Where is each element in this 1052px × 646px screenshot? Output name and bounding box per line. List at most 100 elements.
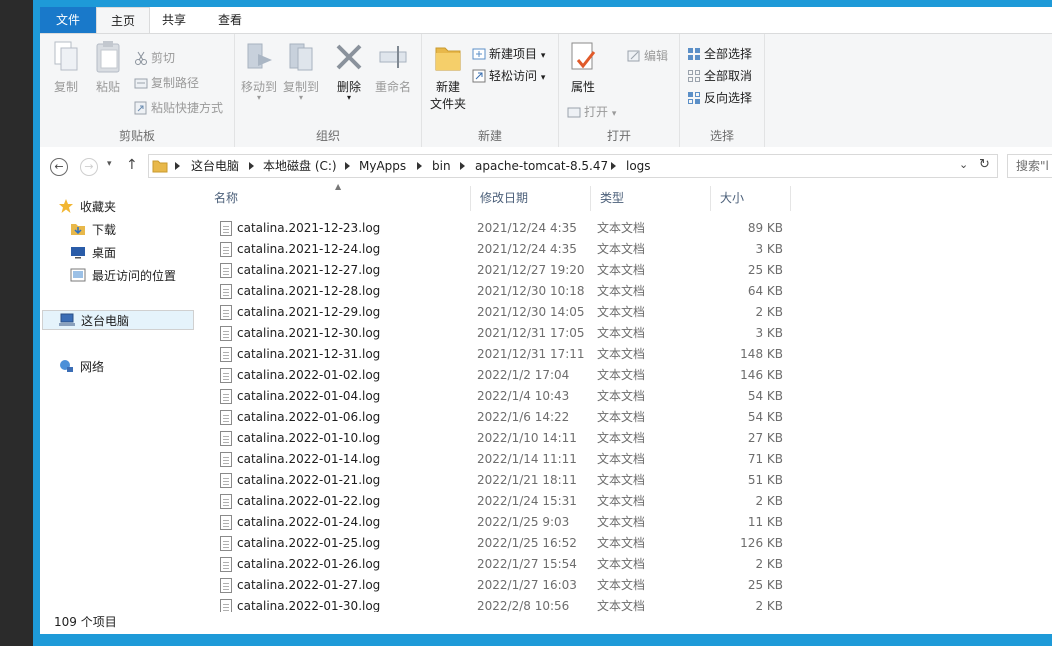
up-button[interactable]: ↑ [126, 157, 138, 173]
move-to-icon [244, 40, 274, 74]
file-type: 文本文档 [597, 578, 646, 592]
paste-shortcut-button[interactable]: 粘贴快捷方式 [134, 98, 223, 118]
text-file-icon [220, 536, 232, 551]
tab-view[interactable]: 查看 [208, 7, 252, 33]
properties-icon [568, 40, 598, 74]
breadcrumb-tomcat[interactable]: apache-tomcat-8.5.47 [475, 155, 608, 177]
forward-button[interactable]: → [80, 158, 98, 176]
paste-button[interactable]: 粘贴 [90, 40, 126, 95]
file-date: 2022/1/4 10:43 [477, 389, 570, 403]
file-size: 25 KB [747, 263, 783, 277]
group-organize: 移动到 ▾ 复制到 ▾ 删除 ▾ 重命名 组织 [235, 34, 422, 148]
text-file-icon [220, 410, 232, 425]
file-size: 3 KB [755, 326, 783, 340]
copy-to-button[interactable]: 复制到 ▾ [281, 40, 321, 102]
paste-shortcut-label: 粘贴快捷方式 [151, 101, 224, 115]
nav-network[interactable]: 网络 [58, 357, 104, 377]
file-date: 2022/1/10 14:11 [477, 431, 577, 445]
breadcrumb-bin[interactable]: bin [432, 155, 451, 177]
breadcrumb-separator-icon [175, 162, 180, 170]
file-size: 2 KB [755, 557, 783, 571]
breadcrumb-myapps[interactable]: MyApps [359, 155, 406, 177]
paste-shortcut-icon [134, 101, 148, 115]
folder-icon [152, 159, 168, 176]
new-folder-button[interactable]: 新建 文件夹 [426, 40, 470, 112]
open-button[interactable]: 打开 ▾ [567, 102, 616, 122]
nav-downloads[interactable]: 下载 [70, 220, 116, 240]
file-date: 2021/12/27 19:20 [477, 263, 585, 277]
text-file-icon [220, 515, 232, 530]
breadcrumb-logs[interactable]: logs [626, 155, 651, 177]
nav-favorites[interactable]: 收藏夹 [58, 197, 116, 217]
breadcrumb-local-disk[interactable]: 本地磁盘 (C:) [263, 155, 337, 177]
tab-home[interactable]: 主页 [96, 7, 150, 34]
file-type: 文本文档 [597, 368, 646, 382]
file-date: 2022/1/6 14:22 [477, 410, 570, 424]
open-dropdown-icon: ▾ [611, 109, 617, 119]
paste-label: 粘贴 [95, 80, 120, 94]
file-date: 2022/1/27 15:54 [477, 557, 577, 571]
easy-access-label: 轻松访问 [489, 69, 538, 83]
copy-to-label: 复制到 [282, 80, 319, 94]
rename-button[interactable]: 重命名 [371, 40, 415, 95]
file-name: catalina.2022-01-25.log [237, 536, 381, 550]
back-button[interactable]: ← [50, 158, 68, 176]
nav-this-pc[interactable]: 这台电脑 [42, 310, 194, 330]
downloads-icon [70, 222, 86, 236]
address-bar[interactable]: 这台电脑 本地磁盘 (C:) MyApps bin apache-tomcat-… [148, 154, 998, 178]
edit-icon [627, 49, 641, 63]
breadcrumb-separator-icon [460, 162, 465, 170]
file-size: 148 KB [740, 347, 783, 361]
easy-access-button[interactable]: 轻松访问 ▾ [472, 66, 545, 86]
select-none-label: 全部取消 [704, 69, 753, 83]
refresh-icon[interactable]: ↻ [979, 157, 990, 172]
copy-path-button[interactable]: 复制路径 [134, 73, 199, 93]
window-content: 文件 主页 共享 查看 复制 粘贴 剪切 复制路径 粘贴快捷方式 剪贴板 移动到… [40, 7, 1052, 634]
file-type: 文本文档 [597, 263, 646, 277]
tab-share[interactable]: 共享 [152, 7, 196, 33]
tab-file[interactable]: 文件 [40, 7, 96, 33]
breadcrumb-this-pc[interactable]: 这台电脑 [191, 155, 239, 177]
new-item-button[interactable]: 新建项目 ▾ [472, 44, 545, 64]
column-header-size[interactable]: 大小 [711, 186, 791, 211]
nav-recent[interactable]: 最近访问的位置 [70, 266, 176, 286]
file-type: 文本文档 [597, 221, 646, 235]
file-type: 文本文档 [597, 305, 646, 319]
new-folder-label-2: 文件夹 [429, 97, 466, 111]
file-date: 2022/1/25 16:52 [477, 536, 577, 550]
file-name: catalina.2022-01-21.log [237, 473, 381, 487]
copy-button[interactable]: 复制 [48, 40, 84, 95]
file-date: 2021/12/30 14:05 [477, 305, 585, 319]
copy-to-dropdown-icon: ▾ [298, 93, 303, 102]
text-file-icon [220, 326, 232, 341]
delete-dropdown-icon: ▾ [346, 93, 351, 102]
select-all-button[interactable]: 全部选择 [687, 44, 752, 64]
properties-button[interactable]: 属性 [565, 40, 601, 95]
copy-to-icon [286, 40, 316, 74]
delete-button[interactable]: 删除 ▾ [331, 40, 367, 102]
file-type: 文本文档 [597, 494, 646, 508]
address-dropdown-icon[interactable]: ⌄ [959, 158, 968, 171]
column-header-name[interactable]: 名称 [205, 186, 471, 211]
nav-desktop[interactable]: 桌面 [70, 243, 116, 263]
delete-label: 删除 [336, 80, 361, 94]
column-header-date[interactable]: 修改日期 [471, 186, 591, 211]
file-name: catalina.2022-01-24.log [237, 515, 381, 529]
search-input[interactable]: 搜索"l [1007, 154, 1052, 178]
invert-selection-button[interactable]: 反向选择 [687, 88, 752, 108]
file-type: 文本文档 [597, 242, 646, 256]
file-list: ▲ 名称 修改日期 类型 大小 catalina.2021-12-23.log 2… [205, 182, 1052, 612]
recent-locations-dropdown-icon[interactable]: ▾ [107, 159, 112, 169]
file-name: catalina.2022-01-10.log [237, 431, 381, 445]
move-to-button[interactable]: 移动到 ▾ [239, 40, 279, 102]
select-none-button[interactable]: 全部取消 [687, 66, 752, 86]
file-type: 文本文档 [597, 326, 646, 340]
column-header-type[interactable]: 类型 [591, 186, 711, 211]
edit-button[interactable]: 编辑 [627, 46, 668, 66]
file-name: catalina.2021-12-30.log [237, 326, 381, 340]
file-type: 文本文档 [597, 347, 646, 361]
invert-selection-icon [687, 91, 701, 105]
cut-button[interactable]: 剪切 [134, 48, 175, 68]
copy-path-icon [134, 76, 148, 90]
open-group-label: 打开 [606, 129, 631, 143]
